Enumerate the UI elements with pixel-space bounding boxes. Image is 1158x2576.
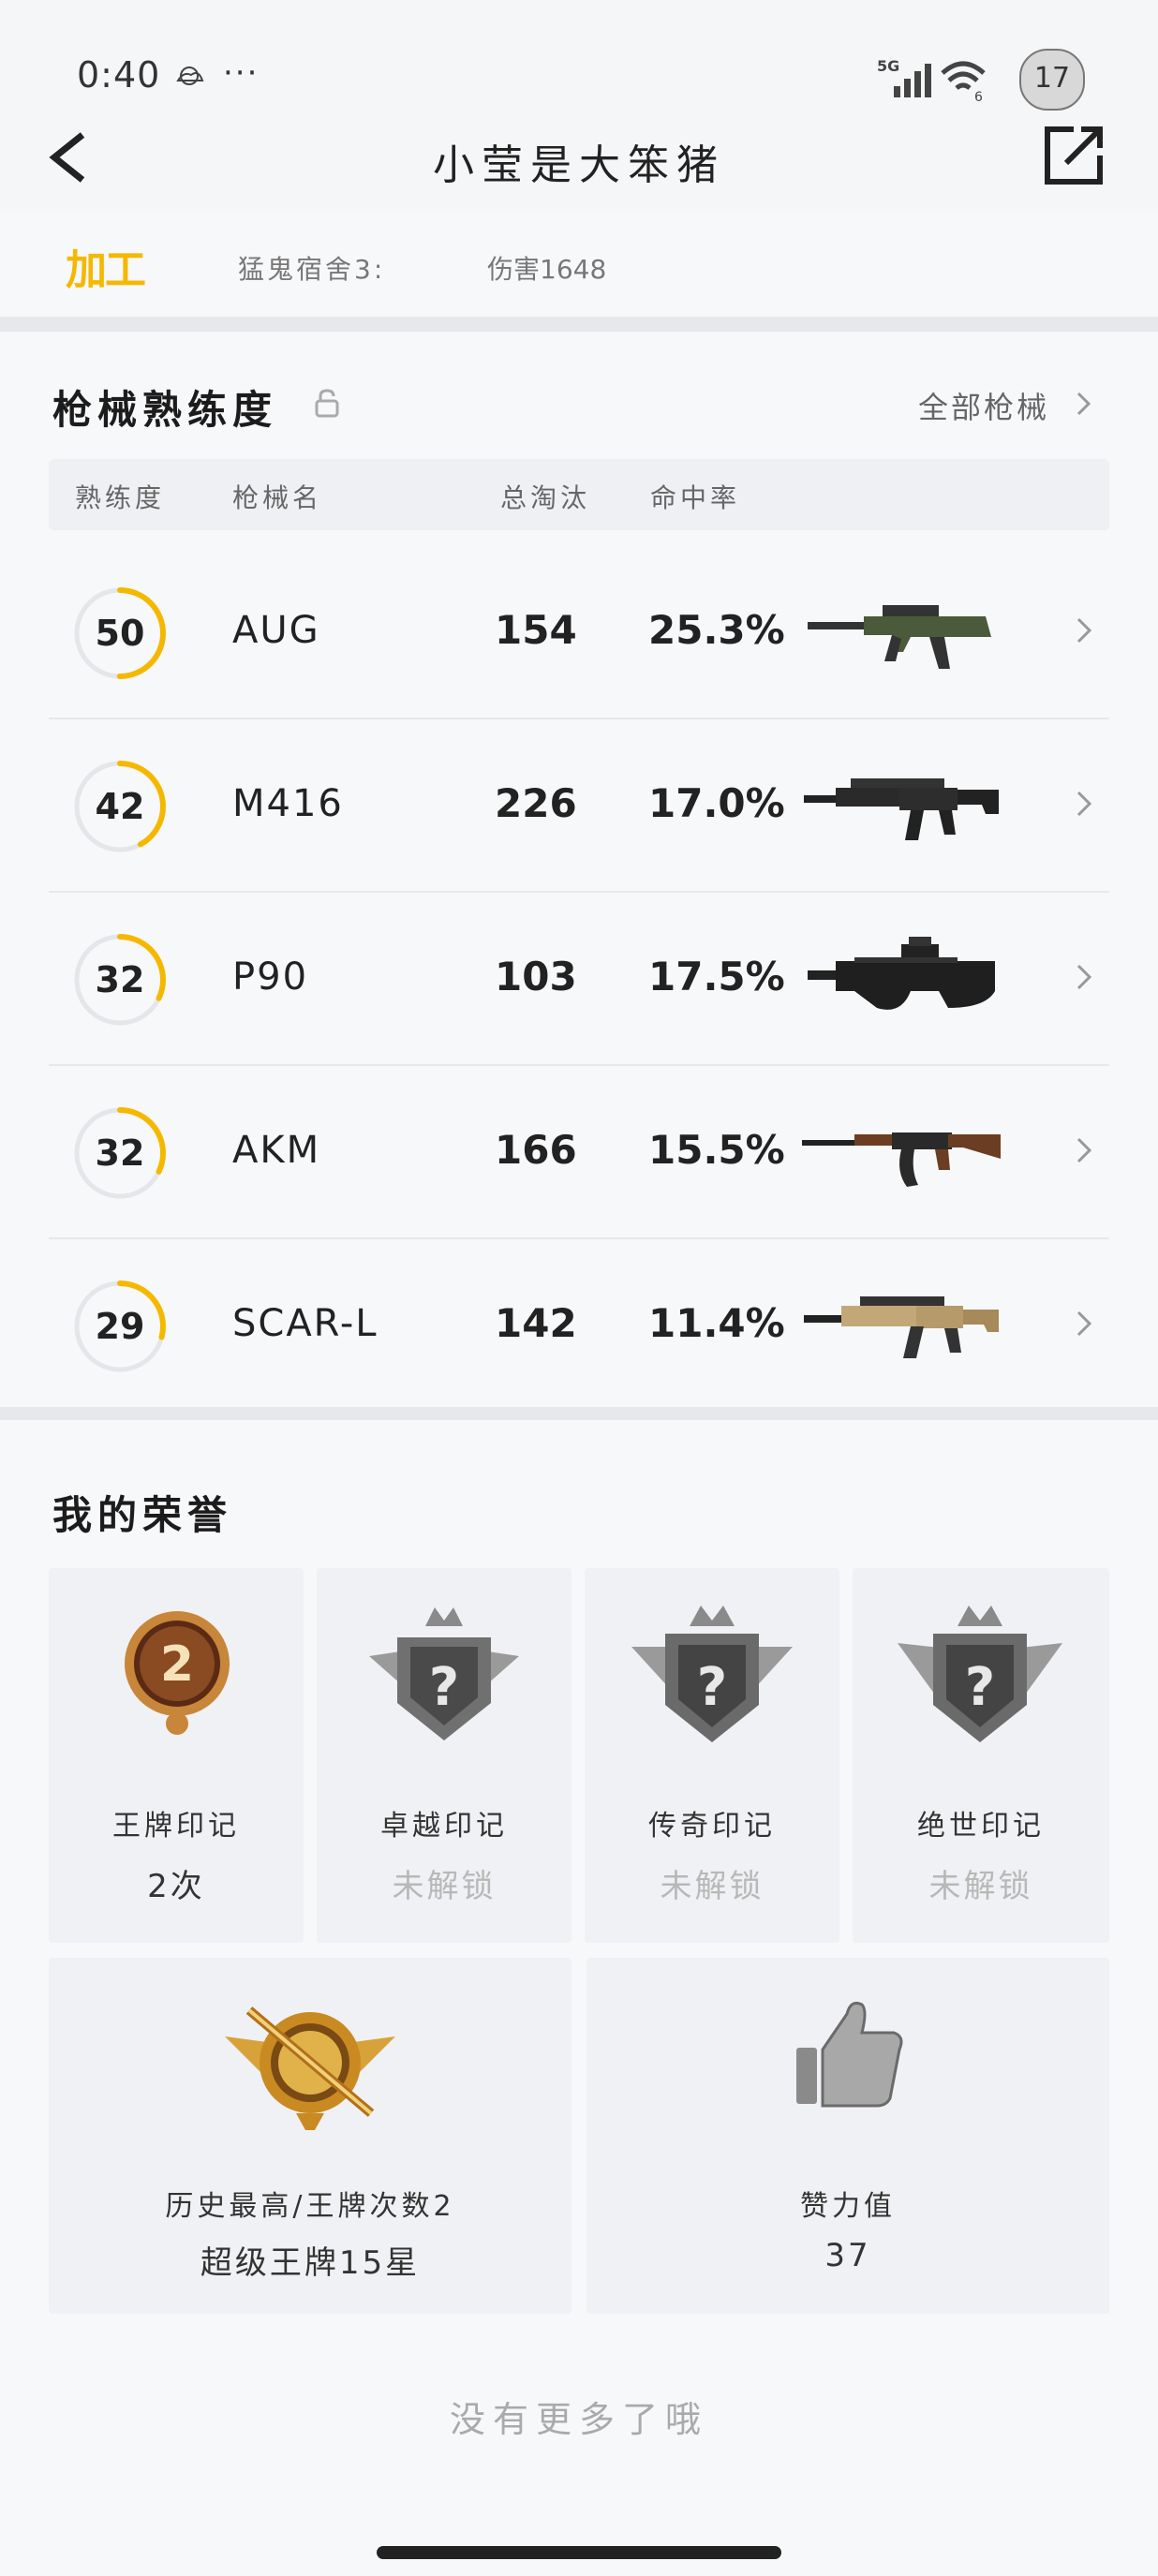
weapon-hit-rate: 25.3%: [648, 607, 785, 653]
weapon-row[interactable]: 32 P90 103 17.5%: [49, 892, 1109, 1066]
weapon-kills: 166: [495, 1127, 577, 1173]
chevron-right-icon[interactable]: [1074, 390, 1094, 418]
badge-question-mark: ?: [429, 1657, 459, 1718]
proficiency-level: 50: [95, 613, 145, 654]
mode-logo: 加工: [66, 246, 146, 294]
badge-card-excellent[interactable]: ? 卓越印记 未解锁: [317, 1568, 572, 1943]
badge-name: 绝世印记: [917, 1810, 1045, 1843]
locked-badge-icon: ?: [898, 1606, 1062, 1742]
weapon-name: M416: [232, 782, 344, 825]
badge-value: 2次: [147, 1868, 205, 1905]
honors-section-title: 我的荣誉: [52, 1492, 233, 1538]
locked-badge-icon: ?: [631, 1606, 793, 1742]
weapon-kills: 103: [495, 954, 577, 999]
all-weapons-link[interactable]: 全部枪械: [918, 384, 1049, 427]
scar-l-rifle-icon: [804, 1296, 999, 1358]
weapon-name: P90: [232, 955, 309, 999]
avatar[interactable]: 17: [1019, 49, 1085, 111]
weapon-kills: 226: [495, 780, 577, 826]
home-indicator[interactable]: [377, 2546, 781, 2559]
lock-icon[interactable]: [315, 388, 339, 418]
badge-value: 未解锁: [928, 1868, 1033, 1905]
chevron-right-icon[interactable]: [1074, 961, 1094, 993]
akm-rifle-icon: [802, 1133, 1001, 1187]
weapon-name: SCAR-L: [232, 1302, 379, 1345]
rank-emblem-icon: [225, 2006, 395, 2130]
aug-rifle-icon: [808, 605, 991, 669]
weapon-name: AUG: [232, 609, 320, 652]
proficiency-level: 42: [95, 786, 145, 827]
thumbs-up-icon: [796, 2001, 903, 2108]
weapon-row[interactable]: 50 AUG 154 25.3%: [49, 545, 1109, 719]
status-bar: 0:40 ··· 5G 6 17: [0, 0, 1158, 141]
badge-question-mark: ?: [965, 1657, 995, 1718]
column-header-kills: 总淘汰: [500, 482, 591, 513]
column-header-rate: 命中率: [650, 482, 741, 513]
status-time: 0:40: [77, 54, 161, 96]
section-divider: [0, 1407, 1158, 1420]
weapon-row[interactable]: 42 M416 226 17.0%: [49, 718, 1109, 893]
share-icon[interactable]: [1040, 122, 1107, 189]
chevron-right-icon[interactable]: [1074, 614, 1094, 646]
proficiency-level: 32: [95, 959, 145, 1000]
weapon-hit-rate: 17.5%: [648, 954, 785, 999]
badge-card-legend[interactable]: ? 传奇印记 未解锁: [585, 1568, 839, 1943]
svg-text:5G: 5G: [877, 57, 899, 75]
best-rank-label: 历史最高/王牌次数2: [165, 2190, 455, 2223]
weapon-section-title: 枪械熟练度: [52, 387, 278, 433]
section-divider: [0, 317, 1158, 332]
badge-card-ace[interactable]: 2 王牌印记 2次: [49, 1568, 304, 1943]
badge-value: 未解锁: [392, 1868, 497, 1905]
proficiency-level: 29: [95, 1306, 145, 1347]
weapon-kills: 142: [495, 1300, 577, 1346]
signal-icon: 5G 6: [877, 57, 986, 103]
ace-medal-number: 2: [160, 1636, 194, 1693]
chevron-right-icon[interactable]: [1074, 1308, 1094, 1340]
weapon-hit-rate: 11.4%: [648, 1300, 785, 1346]
likes-label: 赞力值: [800, 2190, 896, 2223]
match-damage: 伤害1648: [487, 254, 607, 285]
page-title: 小莹是大笨猪: [433, 141, 725, 189]
best-rank-card[interactable]: 历史最高/王牌次数2 超级王牌15星: [49, 1958, 572, 2314]
chevron-right-icon[interactable]: [1074, 1134, 1094, 1166]
more-dots: ···: [223, 54, 260, 92]
column-header-level: 熟练度: [75, 482, 166, 513]
likes-card[interactable]: 赞力值 37: [586, 1958, 1109, 2314]
badge-value: 未解锁: [660, 1868, 765, 1905]
weapon-name: AKM: [232, 1129, 321, 1172]
badge-name: 传奇印记: [648, 1810, 776, 1843]
m416-rifle-icon: [804, 778, 999, 840]
best-rank-value: 超级王牌15星: [200, 2244, 421, 2282]
weapon-row[interactable]: 32 AKM 166 15.5%: [49, 1065, 1109, 1239]
ace-medal-icon: 2: [125, 1611, 230, 1735]
likes-value: 37: [824, 2237, 871, 2274]
proficiency-level: 32: [95, 1133, 145, 1174]
weather-icon: [176, 67, 204, 85]
no-more-text: 没有更多了哦: [449, 2399, 708, 2440]
weapon-kills: 154: [495, 607, 577, 653]
p90-smg-icon: [808, 937, 995, 1010]
badge-question-mark: ?: [697, 1657, 727, 1718]
weapon-hit-rate: 17.0%: [648, 780, 785, 826]
column-header-name: 枪械名: [232, 482, 323, 513]
weapon-hit-rate: 15.5%: [648, 1127, 785, 1173]
badge-name: 卓越印记: [380, 1810, 508, 1843]
badge-card-peerless[interactable]: ? 绝世印记 未解锁: [853, 1568, 1109, 1943]
badge-name: 王牌印记: [112, 1810, 240, 1843]
svg-text:6: 6: [974, 90, 983, 103]
chevron-right-icon[interactable]: [1074, 788, 1094, 820]
avatar-badge: 17: [1033, 62, 1071, 95]
locked-badge-icon: ?: [369, 1607, 519, 1740]
match-map: 猛鬼宿舍3:: [238, 254, 386, 285]
weapon-row[interactable]: 29 SCAR-L 142 11.4%: [49, 1238, 1109, 1413]
